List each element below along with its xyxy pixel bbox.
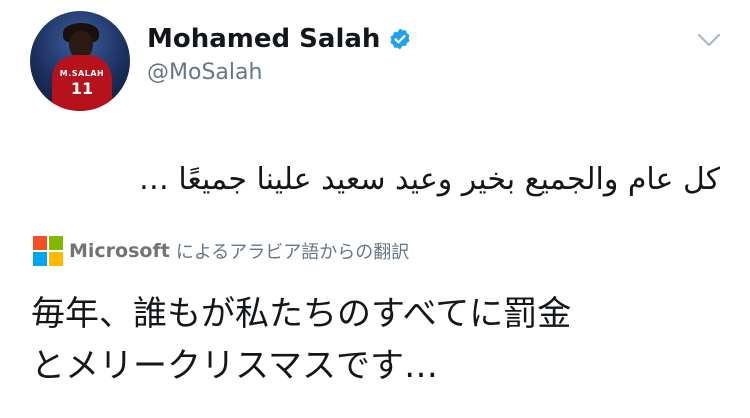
user-handle[interactable]: @MoSalah xyxy=(147,60,262,85)
translated-text-line-2: とメリークリスマスです… xyxy=(31,346,438,386)
translated-text-line-1: 毎年、誰もが私たちのすべてに罰金 xyxy=(31,294,572,334)
tweet-text: كل عام والجميع بخير وعيد سعيد علينا جميع… xyxy=(138,162,720,197)
avatar-shirt: M.SALAH 11 xyxy=(52,55,112,111)
translation-brand: Microsoft xyxy=(69,240,170,262)
avatar-shirt-number: 11 xyxy=(70,79,94,98)
avatar[interactable]: M.SALAH 11 xyxy=(30,11,130,111)
user-display-name[interactable]: Mohamed Salah xyxy=(147,24,380,54)
verified-badge-icon xyxy=(390,28,410,50)
chevron-down-icon[interactable] xyxy=(696,30,722,50)
microsoft-logo-icon xyxy=(33,236,63,266)
user-display-name-row[interactable]: Mohamed Salah xyxy=(147,24,412,54)
translation-caption: によるアラビア語からの翻訳 xyxy=(175,242,410,263)
avatar-shirt-name: M.SALAH xyxy=(59,69,105,78)
translation-attribution[interactable]: Microsoft によるアラビア語からの翻訳 xyxy=(33,236,409,266)
translated-text: 毎年、誰もが私たちのすべてに罰金 とメリークリスマスです… xyxy=(31,288,721,392)
